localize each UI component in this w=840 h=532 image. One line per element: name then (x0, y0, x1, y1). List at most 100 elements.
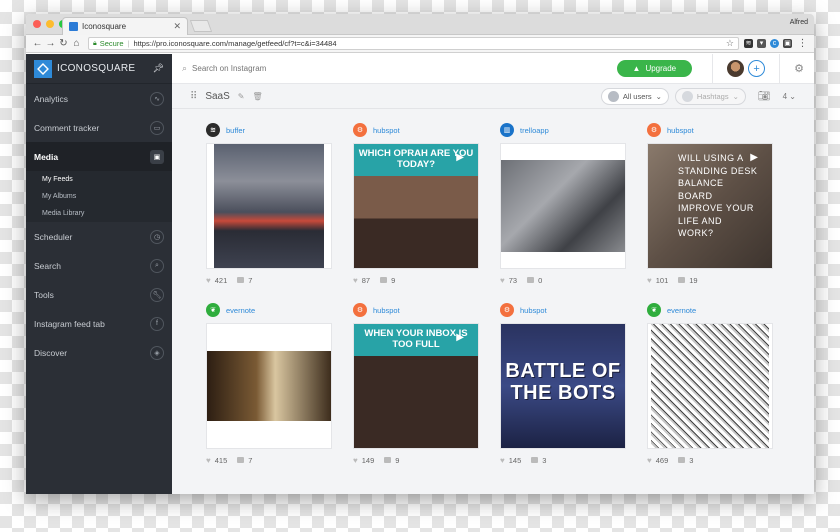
account-name[interactable]: hubspot (373, 126, 400, 135)
heart-icon[interactable]: ♥ (206, 276, 211, 285)
account-name[interactable]: hubspot (520, 306, 547, 315)
media-card[interactable]: ⚙ hubspot WHICH OPRAH ARE YOU TODAY? ▶ ♥ 87 9 (353, 122, 479, 288)
hashtags-filter-label: Hashtags (696, 91, 729, 101)
post-stats: ♥ 87 9 (353, 272, 479, 288)
evernote-logo-icon[interactable]: ❦ (206, 303, 220, 317)
buffer-extension-icon[interactable]: ≋ (744, 39, 753, 48)
media-card[interactable]: ⚙ hubspot WHEN YOUR INBOX IS TOO FULL ▶ ♥ 149… (353, 302, 479, 468)
sidebar-item-tools[interactable]: Tools 🔧︎ (26, 280, 172, 309)
browser-tab[interactable]: Iconosquare ✕ (62, 17, 188, 35)
media-card[interactable]: ❦ evernote ♥ 415 7 (206, 302, 332, 468)
post-image-frame[interactable]: BATTLE OF THE BOTS (500, 323, 626, 449)
sidebar-nav: Analytics ∿ Comment tracker ▭ Media ▣ My Feeds… (26, 84, 172, 367)
back-icon[interactable]: ← (31, 38, 44, 49)
subnav-item-media-library[interactable]: Media Library (26, 205, 172, 222)
media-card[interactable]: ▥ trelloapp ♥ 73 0 (500, 122, 626, 288)
sidebar-item-comment-tracker[interactable]: Comment tracker ▭ (26, 113, 172, 142)
sidebar-item-instagram-feed-tab[interactable]: Instagram feed tab f (26, 309, 172, 338)
minimize-window-button[interactable] (46, 20, 54, 28)
comment-icon[interactable] (527, 277, 535, 283)
play-icon[interactable]: ▶ (456, 332, 464, 343)
sidebar-item-scheduler[interactable]: Scheduler ◷ (26, 222, 172, 251)
reload-icon[interactable]: ↻ (57, 38, 70, 49)
evernote-logo-icon[interactable]: ❦ (647, 303, 661, 317)
hubspot-logo-icon[interactable]: ⚙ (353, 123, 367, 137)
heart-icon[interactable]: ♥ (206, 456, 211, 465)
avatar[interactable] (727, 60, 745, 77)
heart-icon[interactable]: ♥ (353, 456, 358, 465)
bookmark-star-icon[interactable]: ☆ (726, 38, 734, 49)
account-name[interactable]: evernote (667, 306, 696, 315)
post-image-frame[interactable]: WHICH OPRAH ARE YOU TODAY? ▶ (353, 143, 479, 269)
post-stats: ♥ 149 9 (353, 452, 479, 468)
close-window-button[interactable] (33, 20, 41, 28)
media-card[interactable]: ⚙ hubspot BATTLE OF THE BOTS ♥ 145 3 (500, 302, 626, 468)
gear-icon[interactable]: ⚙ (794, 62, 804, 75)
users-filter-dropdown[interactable]: All users ⌄ (600, 87, 669, 105)
forward-icon[interactable]: → (44, 38, 57, 49)
hubspot-logo-icon[interactable]: ⚙ (647, 123, 661, 137)
sidebar-item-search[interactable]: Search ⌕ (26, 251, 172, 280)
edit-icon[interactable]: ✎ (238, 92, 245, 101)
post-image-frame[interactable] (206, 143, 332, 269)
comment-icon[interactable] (678, 457, 686, 463)
home-icon[interactable]: ⌂ (70, 38, 83, 49)
buffer-logo-icon[interactable]: ≋ (206, 123, 220, 137)
columns-count[interactable]: 4 ⌄ (783, 92, 796, 101)
menu-dots-icon[interactable]: ⋮ (796, 38, 809, 49)
media-card[interactable]: ⚙ hubspot WILL USING A STANDING DESK BALAN… (647, 122, 773, 288)
url-input[interactable]: 🔒︎ Secure | https://pro.iconosquare.com/… (88, 37, 739, 50)
play-icon[interactable]: ▶ (456, 152, 464, 163)
upgrade-button[interactable]: ▲ Upgrade (616, 60, 693, 77)
subnav-item-my-albums[interactable]: My Albums (26, 188, 172, 205)
hubspot-logo-icon[interactable]: ⚙ (500, 303, 514, 317)
post-image-frame[interactable] (647, 323, 773, 449)
post-stats: ♥ 145 3 (500, 452, 626, 468)
hashtags-filter-dropdown[interactable]: Hashtags ⌄ (674, 87, 746, 105)
new-tab-button[interactable] (189, 20, 213, 32)
post-image-frame[interactable]: WHEN YOUR INBOX IS TOO FULL ▶ (353, 323, 479, 449)
heart-icon[interactable]: ♥ (500, 456, 505, 465)
trelloapp-logo-icon[interactable]: ▥ (500, 123, 514, 137)
account-name[interactable]: evernote (226, 306, 255, 315)
account-name[interactable]: hubspot (373, 306, 400, 315)
sidebar-item-label: Scheduler (34, 231, 73, 242)
add-account-button[interactable]: + (748, 60, 766, 77)
heart-icon[interactable]: ♥ (353, 276, 358, 285)
warning-icon: ▲ (632, 64, 641, 73)
post-image-frame[interactable] (206, 323, 332, 449)
sidebar-item-media[interactable]: Media ▣ (26, 142, 172, 171)
sidebar-item-discover[interactable]: Discover ◈ (26, 338, 172, 367)
trash-icon[interactable]: 🗑︎ (253, 92, 263, 101)
search-input[interactable] (192, 64, 393, 73)
media-card[interactable]: ≋ buffer ♥ 421 7 (206, 122, 332, 288)
comment-icon[interactable] (678, 277, 686, 283)
comment-icon[interactable] (384, 457, 392, 463)
hubspot-logo-icon[interactable]: ⚙ (353, 303, 367, 317)
play-icon[interactable]: ▶ (750, 152, 758, 163)
grid-icon[interactable]: ⠿ (190, 91, 197, 102)
heart-icon[interactable]: ♥ (500, 276, 505, 285)
profile-name[interactable]: Alfred (790, 19, 808, 26)
comment-icon[interactable] (237, 277, 245, 283)
pin-icon[interactable]: 📌︎ (153, 63, 164, 74)
extension-icon[interactable]: c (770, 39, 779, 48)
comment-icon[interactable] (237, 457, 245, 463)
account-name[interactable]: buffer (226, 126, 245, 135)
close-tab-icon[interactable]: ✕ (173, 21, 181, 32)
subnav-item-my-feeds[interactable]: My Feeds (26, 171, 172, 188)
sidebar-item-analytics[interactable]: Analytics ∿ (26, 84, 172, 113)
media-card[interactable]: ❦ evernote ♥ 469 3 (647, 302, 773, 468)
comment-icon[interactable] (531, 457, 539, 463)
heart-icon[interactable]: ♥ (647, 276, 652, 285)
account-name[interactable]: trelloapp (520, 126, 549, 135)
camera-icon[interactable]: 📷︎ (758, 91, 771, 102)
heart-icon[interactable]: ♥ (647, 456, 652, 465)
post-image-frame[interactable]: WILL USING A STANDING DESK BALANCE BOARD… (647, 143, 773, 269)
comment-icon[interactable] (380, 277, 388, 283)
account-name[interactable]: hubspot (667, 126, 694, 135)
pocket-extension-icon[interactable]: ▾ (757, 39, 766, 48)
iconosquare-logo-icon[interactable] (34, 59, 52, 78)
post-image-frame[interactable] (500, 143, 626, 269)
screenshot-extension-icon[interactable]: ▣ (783, 39, 792, 48)
